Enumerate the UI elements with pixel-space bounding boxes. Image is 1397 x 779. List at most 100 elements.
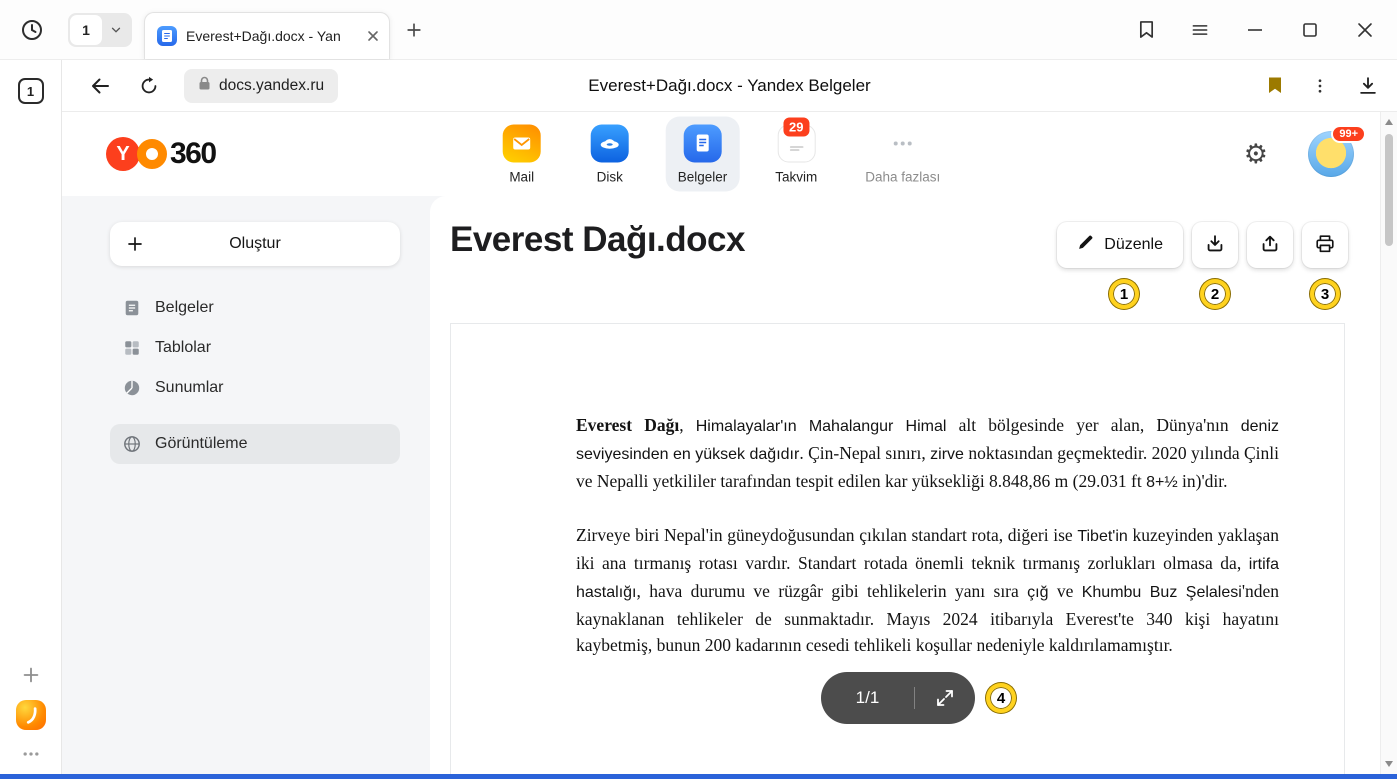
page-indicator[interactable]: 1/1	[821, 672, 975, 724]
notification-badge: 99+	[1331, 125, 1366, 143]
rail-add-icon[interactable]	[20, 664, 42, 686]
sidebar-item-sunumlar[interactable]: Sunumlar	[110, 368, 400, 408]
pie-chart-icon	[122, 379, 141, 397]
logo-360-text: 360	[170, 137, 216, 171]
globe-icon	[122, 435, 141, 453]
maximize-icon[interactable]	[1300, 20, 1320, 40]
avatar[interactable]: 99+	[1308, 131, 1354, 177]
close-icon[interactable]	[1355, 20, 1375, 40]
yandex-browser-logo[interactable]	[16, 700, 46, 730]
more-dots-icon	[884, 125, 922, 163]
sidebar-item-label: Belgeler	[155, 299, 214, 317]
tab-strip: 1 Everest+Dağı.docx - Yan	[0, 0, 1397, 60]
table-grid-icon	[122, 339, 141, 357]
browser-tab[interactable]: Everest+Dağı.docx - Yan	[144, 12, 390, 59]
scroll-down-arrow[interactable]	[1385, 761, 1393, 767]
sidebar-nav: Belgeler Tablolar	[110, 288, 400, 464]
docs-favicon	[157, 26, 177, 46]
browser-side-rail: 1	[0, 60, 62, 774]
annotation-circle-4: 4	[986, 683, 1016, 713]
downloads-icon[interactable]	[1357, 75, 1379, 97]
browser-toolbar: docs.yandex.ru Everest+Dağı.docx - Yande…	[62, 60, 1397, 112]
url-text: docs.yandex.ru	[219, 77, 324, 95]
share-upload-icon	[1259, 233, 1281, 258]
logo-y-circle: Y	[106, 137, 140, 171]
history-clock-icon[interactable]	[20, 18, 44, 42]
document-viewer: Everest Dağı.docx Düzenle	[430, 196, 1380, 774]
create-button-label: Oluştur	[229, 235, 281, 253]
edit-button[interactable]: Düzenle	[1057, 222, 1183, 268]
service-label: Disk	[597, 170, 623, 185]
rail-tab-count[interactable]: 1	[18, 78, 44, 104]
tab-counter[interactable]: 1	[68, 13, 132, 47]
pencil-icon	[1077, 234, 1094, 256]
y360-header: Y 360 Mail	[62, 112, 1380, 196]
service-takvim[interactable]: 29 Takvim	[763, 117, 829, 192]
disk-icon	[591, 125, 629, 163]
create-button[interactable]: Oluştur	[110, 222, 400, 266]
plus-icon	[126, 235, 144, 253]
y360-logo[interactable]: Y 360	[106, 137, 216, 171]
bookmark-flag-icon[interactable]	[1267, 76, 1283, 95]
share-button[interactable]	[1247, 222, 1293, 268]
collections-flag-icon[interactable]	[1138, 20, 1155, 39]
menu-icon[interactable]	[1190, 20, 1210, 40]
page-count-label: 1/1	[821, 688, 914, 708]
url-chip[interactable]: docs.yandex.ru	[184, 69, 338, 103]
sidebar-item-belgeler[interactable]: Belgeler	[110, 288, 400, 328]
scroll-up-arrow[interactable]	[1385, 119, 1393, 125]
service-label: Belgeler	[678, 170, 728, 185]
service-mail[interactable]: Mail	[490, 117, 554, 192]
toolbar-page-title: Everest+Dağı.docx - Yandex Belgeler	[588, 76, 870, 96]
back-button[interactable]	[88, 74, 112, 98]
document-actions: Düzenle	[1057, 222, 1348, 268]
sidebar-item-label: Görüntüleme	[155, 435, 248, 453]
rail-more-icon[interactable]	[21, 744, 41, 764]
chevron-down-icon[interactable]	[102, 23, 130, 37]
calendar-date-badge: 29	[783, 118, 809, 137]
printer-icon	[1314, 233, 1336, 258]
sidebar-item-label: Sunumlar	[155, 379, 223, 397]
tab-title: Everest+Dağı.docx - Yan	[186, 28, 358, 44]
service-disk[interactable]: Disk	[578, 117, 642, 192]
documents-icon	[683, 125, 721, 163]
gear-icon[interactable]: ⚙	[1244, 141, 1268, 168]
service-label: Daha fazlası	[865, 170, 940, 185]
logo-ring	[137, 139, 167, 169]
window-controls	[1138, 20, 1375, 40]
download-button[interactable]	[1192, 222, 1238, 268]
web-page: Y 360 Mail	[62, 112, 1380, 774]
annotation-circle-3: 3	[1310, 279, 1340, 309]
lock-icon	[198, 76, 211, 96]
services-nav: Mail Disk	[490, 117, 953, 192]
sidebar-item-tablolar[interactable]: Tablolar	[110, 328, 400, 368]
service-label: Mail	[509, 170, 534, 185]
browser-window: 1 Everest+Dağı.docx - Yan	[0, 0, 1397, 779]
reload-button[interactable]	[138, 75, 160, 97]
print-button[interactable]	[1302, 222, 1348, 268]
app-sidebar: Oluştur Belgeler	[62, 196, 430, 774]
doc-paragraph: Zirveye biri Nepal'in güneydoğusundan çı…	[576, 522, 1279, 658]
service-more[interactable]: Daha fazlası	[853, 117, 952, 192]
page-title: Everest Dağı.docx	[450, 220, 745, 260]
fullscreen-expand-icon[interactable]	[915, 688, 975, 708]
annotation-circle-2: 2	[1200, 279, 1230, 309]
minimize-icon[interactable]	[1245, 20, 1265, 40]
new-tab-button[interactable]	[404, 20, 424, 40]
annotation-circle-1: 1	[1109, 279, 1139, 309]
kebab-menu-icon[interactable]	[1311, 77, 1329, 95]
sidebar-item-label: Tablolar	[155, 339, 211, 357]
download-icon	[1204, 233, 1226, 258]
tab-close-icon[interactable]	[367, 30, 379, 42]
document-icon	[122, 299, 141, 317]
service-label: Takvim	[775, 170, 817, 185]
taskbar-edge	[0, 774, 1397, 779]
edit-button-label: Düzenle	[1104, 236, 1163, 254]
service-belgeler[interactable]: Belgeler	[666, 117, 740, 192]
sidebar-item-goruntuleme[interactable]: Görüntüleme	[110, 424, 400, 464]
tab-count-label: 1	[70, 15, 102, 45]
calendar-icon: 29	[777, 125, 815, 163]
doc-paragraph: Everest Dağı, Himalayalar'ın Mahalangur …	[576, 412, 1279, 496]
scrollbar-thumb[interactable]	[1385, 134, 1393, 246]
scrollbar[interactable]	[1380, 112, 1397, 774]
